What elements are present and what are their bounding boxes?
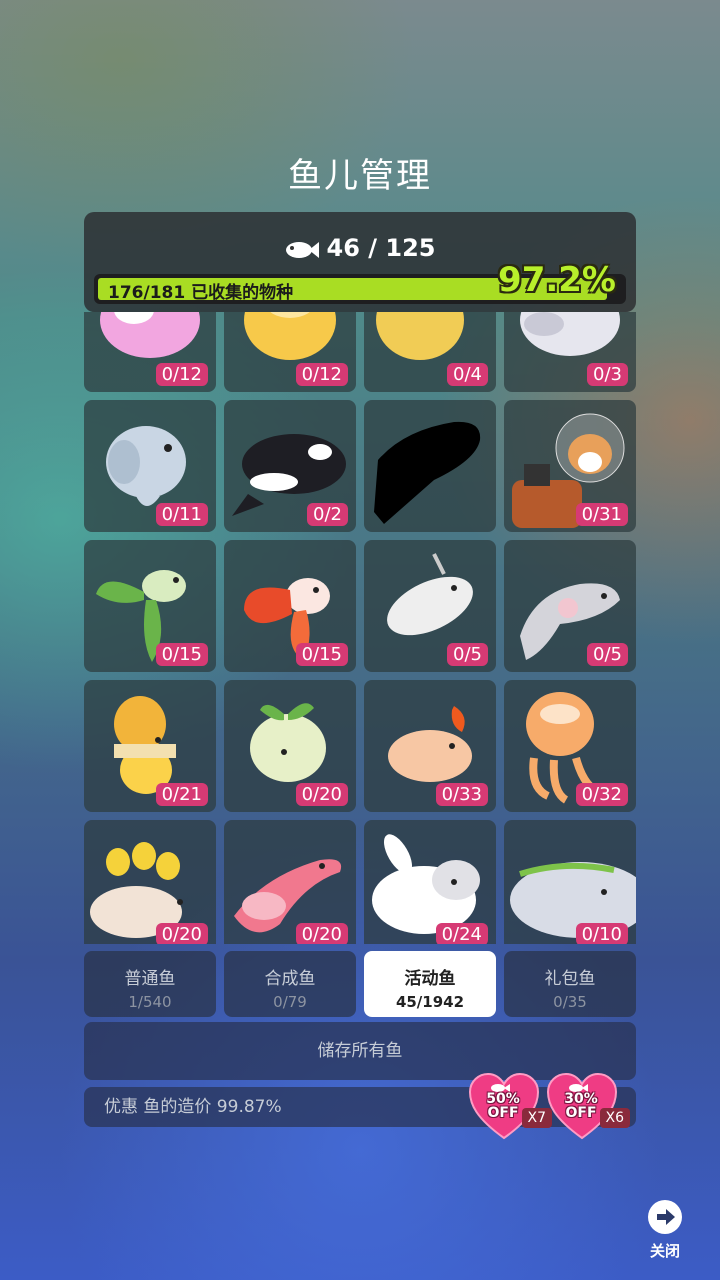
fish-card-count: 0/20 xyxy=(295,783,348,806)
fish-card[interactable]: 0/24 xyxy=(364,820,496,944)
fish-count: 46 / 125 xyxy=(84,234,636,262)
fish-icon xyxy=(285,242,319,258)
fish-card-count: 0/15 xyxy=(295,643,348,666)
tab-merged-fish[interactable]: 合成鱼 0/79 xyxy=(224,951,356,1017)
fish-card[interactable]: 0/5 xyxy=(504,540,636,672)
tab-label: 合成鱼 xyxy=(264,969,316,989)
fish-card[interactable]: 0/3 xyxy=(504,312,636,392)
fish-card[interactable] xyxy=(364,400,496,532)
fish-card[interactable]: 0/33 xyxy=(364,680,496,812)
fish-card[interactable]: 0/11 xyxy=(84,400,216,532)
fish-card-count: 0/15 xyxy=(155,643,208,666)
tab-label: 活动鱼 xyxy=(404,969,456,989)
fish-card-count: 0/20 xyxy=(155,923,208,944)
fish-count-text: 46 / 125 xyxy=(326,234,436,262)
fish-card-count: 0/5 xyxy=(587,643,628,666)
fish-card[interactable]: 0/4 xyxy=(364,312,496,392)
offer-30-button[interactable]: 30% OFF X6 xyxy=(546,1072,630,1148)
tab-count: 0/35 xyxy=(553,993,587,1011)
category-tabs: 普通鱼 1/540 合成鱼 0/79 活动鱼 45/1942 礼包鱼 0/35 xyxy=(84,951,636,1017)
fish-card[interactable]: 0/21 xyxy=(84,680,216,812)
close-label: 关闭 xyxy=(649,1242,680,1260)
locked-silhouette-icon xyxy=(374,421,481,524)
tab-label: 普通鱼 xyxy=(124,969,176,989)
fish-card-count: 0/20 xyxy=(295,923,348,944)
tab-count: 0/79 xyxy=(273,993,307,1011)
offer-off: OFF xyxy=(565,1105,597,1121)
fish-card-count: 0/21 xyxy=(155,783,208,806)
fish-card[interactable]: 0/31 xyxy=(504,400,636,532)
offer-multiplier: X6 xyxy=(599,1108,630,1128)
species-percent: 97.2% xyxy=(498,260,616,300)
fish-card-count: 0/31 xyxy=(575,503,628,526)
fish-card[interactable]: 0/20 xyxy=(224,680,356,812)
fish-card[interactable]: 0/5 xyxy=(364,540,496,672)
collection-summary-panel: 46 / 125 176/181 已收集的物种 97.2% xyxy=(84,212,636,312)
offer-50-button[interactable]: 50% OFF X7 xyxy=(468,1072,552,1148)
fish-card-count: 0/33 xyxy=(435,783,488,806)
fish-card-count: 0/32 xyxy=(575,783,628,806)
fish-card[interactable]: 0/10 xyxy=(504,820,636,944)
fish-card-count: 0/5 xyxy=(447,643,488,666)
fish-card[interactable]: 0/20 xyxy=(224,820,356,944)
discount-text: 优惠 鱼的造价 99.87% xyxy=(104,1097,282,1117)
fish-card-count: 0/3 xyxy=(587,363,628,386)
fish-card-count: 0/12 xyxy=(155,363,208,386)
fish-card-count: 0/2 xyxy=(307,503,348,526)
species-collected-text: 176/181 已收集的物种 xyxy=(108,283,294,303)
fish-card-count: 0/4 xyxy=(447,363,488,386)
fish-grid[interactable]: 0/12 0/12 0/4 0/3 0/11 0/2 0/31 0/15 0/15 0/5 0/5 0… xyxy=(84,312,636,944)
fish-card[interactable]: 0/15 xyxy=(224,540,356,672)
fish-card-count: 0/11 xyxy=(155,503,208,526)
page-title: 鱼儿管理 xyxy=(288,156,432,196)
tab-event-fish[interactable]: 活动鱼 45/1942 xyxy=(364,951,496,1017)
tab-label: 礼包鱼 xyxy=(544,969,596,989)
fish-card-count: 0/12 xyxy=(295,363,348,386)
fish-card[interactable]: 0/32 xyxy=(504,680,636,812)
tab-bundle-fish[interactable]: 礼包鱼 0/35 xyxy=(504,951,636,1017)
fish-card[interactable]: 0/12 xyxy=(224,312,356,392)
tab-normal-fish[interactable]: 普通鱼 1/540 xyxy=(84,951,216,1017)
fish-card-count: 0/24 xyxy=(435,923,488,944)
fish-card[interactable]: 0/20 xyxy=(84,820,216,944)
fish-card-count: 0/10 xyxy=(575,923,628,944)
fish-card[interactable]: 0/12 xyxy=(84,312,216,392)
arrow-right-icon xyxy=(648,1200,682,1234)
tab-count: 45/1942 xyxy=(395,993,465,1011)
tab-count: 1/540 xyxy=(128,993,172,1011)
close-button[interactable]: 关闭 xyxy=(640,1200,690,1261)
fish-card[interactable]: 0/15 xyxy=(84,540,216,672)
fish-card[interactable]: 0/2 xyxy=(224,400,356,532)
offer-off: OFF xyxy=(487,1105,519,1121)
